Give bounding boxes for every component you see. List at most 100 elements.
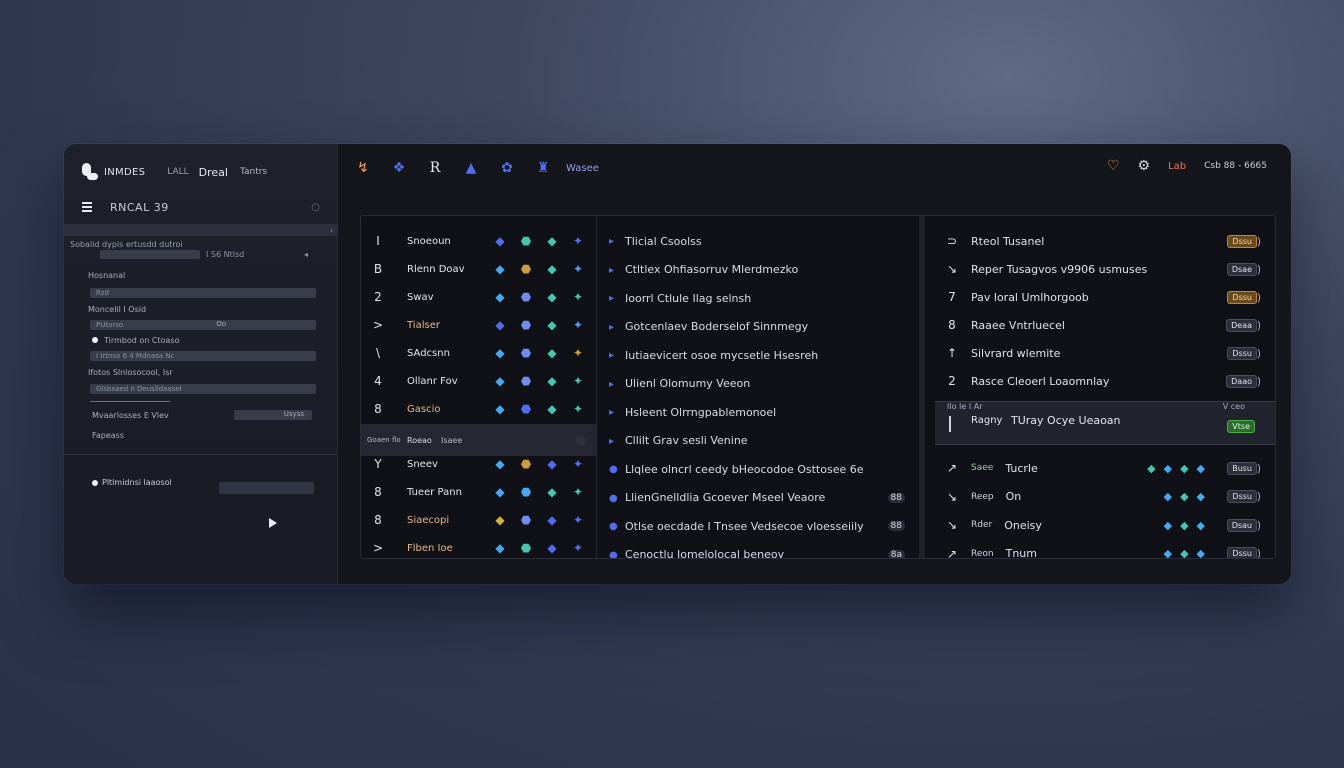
status-row[interactable]: 8 Raaee Vntrluecel Deaa) — [935, 311, 1275, 339]
status-row-pill[interactable]: Deaa — [1226, 318, 1257, 332]
field-input[interactable]: Rzd — [90, 288, 316, 298]
quest-row[interactable]: ● Otlse oecdade I Tnsee Vedsecoe vloessei… — [597, 512, 919, 540]
gem-icon[interactable]: ◆ — [1180, 490, 1188, 503]
radio-button[interactable] — [92, 479, 98, 486]
bottom-option[interactable]: Pltlmidnsi laaosol — [92, 478, 172, 487]
roster-row[interactable]: > Flben Ioe ◆ ⬣ ◆ ✦ — [361, 534, 585, 558]
play-icon[interactable] — [269, 518, 277, 528]
gem-icon[interactable]: ✦ — [571, 457, 585, 471]
status-row-pill[interactable]: Dsae — [1226, 262, 1257, 276]
gem-icon[interactable]: ✦ — [571, 262, 585, 276]
roster-row[interactable]: I Snoeoun ◆ ⬣ ◆ ✦ — [361, 227, 585, 255]
gem-icon[interactable]: ◆ — [545, 402, 559, 416]
gem-icon[interactable]: ◆ — [1197, 490, 1205, 503]
quest-row[interactable]: ● Llqlee olncrl ceedy bHeocodoe Osttosee … — [597, 455, 919, 483]
gem-icon[interactable]: ✦ — [571, 485, 585, 499]
gem-icon[interactable]: ⬣ — [519, 318, 533, 332]
status-row[interactable]: ⊃ Rteol Tusanel Dssu) — [935, 227, 1275, 255]
quest-row[interactable]: ● Cenoctlu Iomelolocal beneoy 8a — [597, 541, 919, 558]
gem-icon[interactable]: ⬣ — [519, 374, 533, 388]
gem-icon[interactable]: ◆ — [545, 485, 559, 499]
gem-icon[interactable]: ◆ — [1164, 547, 1172, 558]
field-input[interactable]: Usyss — [234, 410, 312, 420]
gem-icon[interactable]: ◆ — [545, 513, 559, 527]
roster-row[interactable]: 2 Swav ◆ ⬣ ◆ ✦ — [361, 283, 585, 311]
brand-sub2[interactable]: Dreal — [199, 166, 228, 179]
gem-icon[interactable]: ◆ — [545, 262, 559, 276]
gem-icon[interactable]: ◆ — [493, 346, 507, 360]
r-icon[interactable]: R — [424, 157, 446, 179]
gem-icon[interactable]: ✦ — [571, 318, 585, 332]
gem-icon[interactable]: ◆ — [545, 290, 559, 304]
gem-icon[interactable]: ◆ — [493, 290, 507, 304]
status-row[interactable]: ↗ Saee Tucrle ◆ ◆ ◆ ◆ Busu) — [935, 454, 1275, 482]
roster-row[interactable]: B Rlenn Doav ◆ ⬣ ◆ ✦ — [361, 255, 585, 283]
quest-row-badge[interactable]: 8a — [887, 549, 905, 558]
gem-icon[interactable]: ◆ — [1164, 462, 1172, 475]
creature-icon[interactable]: ✿ — [496, 157, 518, 179]
selected-row-pill[interactable]: Vtse — [1227, 420, 1255, 433]
gem-icon[interactable]: ✦ — [571, 374, 585, 388]
gem-icon[interactable]: ✦ — [571, 541, 585, 555]
field-input[interactable]: Glsbsaed n Deuslldaasel — [90, 384, 316, 394]
gem-icon[interactable]: ⬣ — [519, 457, 533, 471]
gem-icon[interactable]: ◆ — [493, 485, 507, 499]
search-icon[interactable]: ○ — [311, 202, 320, 213]
quest-row[interactable]: ▸ Ulienl Olomumy Veeon — [597, 370, 919, 398]
gem-icon[interactable]: ◆ — [545, 457, 559, 471]
gem-icon[interactable]: ⬣ — [519, 485, 533, 499]
gem-icon[interactable]: ◆ — [1197, 547, 1205, 558]
status-row[interactable]: ↘ Reper Tusagvos v9906 usmuses Dsae) — [935, 255, 1275, 283]
status-row-pill[interactable]: Dssu — [1227, 490, 1257, 503]
status-row-pill[interactable]: Dssu — [1227, 346, 1257, 360]
divider-arrow-icon[interactable]: ◂ — [304, 250, 308, 259]
figure-icon[interactable]: ▲ — [460, 157, 482, 179]
gem-icon[interactable]: ✦ — [571, 402, 585, 416]
gem-icon[interactable]: ✦ — [571, 234, 585, 248]
gem-icon[interactable]: ❖ — [388, 157, 410, 179]
status-row-pill[interactable]: Dssu — [1227, 547, 1257, 558]
bottom-input[interactable] — [219, 482, 314, 494]
castle-icon[interactable]: ♜ — [532, 157, 554, 179]
status-row[interactable]: ↘ Reep On ◆ ◆ ◆ Dssu) — [935, 483, 1275, 511]
field-input[interactable]: PUtorso Oo — [90, 320, 316, 330]
gem-icon[interactable]: ◆ — [545, 234, 559, 248]
status-row[interactable]: ↘ Rder Oneisy ◆ ◆ ◆ Dsau) — [935, 511, 1275, 539]
status-row-pill[interactable]: Daao — [1226, 374, 1257, 388]
quest-row[interactable]: ▸ Ctltlex Ohfiasorruv Mlerdmezko — [597, 256, 919, 284]
gem-icon[interactable]: ◆ — [493, 374, 507, 388]
divider-bar[interactable] — [100, 250, 200, 259]
gem-icon[interactable]: ⬣ — [519, 262, 533, 276]
menu-icon[interactable] — [82, 202, 92, 212]
status-row[interactable]: ↑ Silvrard wlemite Dssu) — [935, 339, 1275, 367]
quest-row-badge[interactable]: 88 — [887, 492, 905, 503]
gem-icon[interactable]: ✦ — [571, 346, 585, 360]
status-row[interactable]: 2 Rasce Cleoerl Loaomnlay Daao) — [935, 367, 1275, 395]
quest-row-badge[interactable]: 88 — [887, 521, 905, 531]
gem-icon[interactable]: ⬣ — [519, 290, 533, 304]
quest-row[interactable]: ▸ Tlicial Csoolss — [597, 227, 919, 255]
quest-row[interactable]: ▸ Iutiaevicert osoe mycsetle Hsesreh — [597, 341, 919, 369]
status-row-pill[interactable]: Dsau — [1226, 518, 1257, 532]
status-row[interactable]: 7 Pav loral Umlhorgoob Dssu) — [935, 283, 1275, 311]
field-input[interactable]: I Irtnso 6 4 Mdnasa Nc — [90, 351, 316, 361]
gem-icon[interactable]: ◆ — [1197, 519, 1205, 532]
gem-icon[interactable]: ◆ — [1164, 490, 1172, 503]
roster-row[interactable]: \ SAdcsnn ◆ ⬣ ◆ ✦ — [361, 339, 585, 367]
lab-tag[interactable]: Lab — [1168, 161, 1186, 172]
roster-row[interactable]: 8 Siaecopi ◆ ⬣ ◆ ✦ — [361, 506, 585, 534]
gem-icon[interactable]: ✦ — [571, 513, 585, 527]
roster-row[interactable]: > Tialser ◆ ⬣ ◆ ✦ — [361, 311, 585, 339]
gem-icon[interactable]: ⬣ — [519, 402, 533, 416]
quest-row[interactable]: ▸ Gotcenlaev Boderselof Sinnmegy — [597, 313, 919, 341]
quest-row[interactable]: ▸ Ioorrl Ctlule Ilag selnsh — [597, 284, 919, 312]
quest-row[interactable]: ▸ Hsleent Olrrngpablemonoel — [597, 398, 919, 426]
spark-icon[interactable]: ↯ — [352, 157, 374, 179]
selected-row[interactable]: Ilo Ie I Ar V ceo Ragny TUray Ocye Ueaoa… — [935, 401, 1275, 445]
gem-icon[interactable]: ◆ — [1180, 519, 1188, 532]
gem-icon[interactable]: ◆ — [545, 374, 559, 388]
heart-icon[interactable]: ♡ — [1107, 158, 1120, 174]
gem-icon[interactable]: ◆ — [1180, 547, 1188, 558]
gem-icon[interactable]: ⬣ — [519, 346, 533, 360]
status-row-pill[interactable]: Dssu — [1227, 290, 1257, 304]
